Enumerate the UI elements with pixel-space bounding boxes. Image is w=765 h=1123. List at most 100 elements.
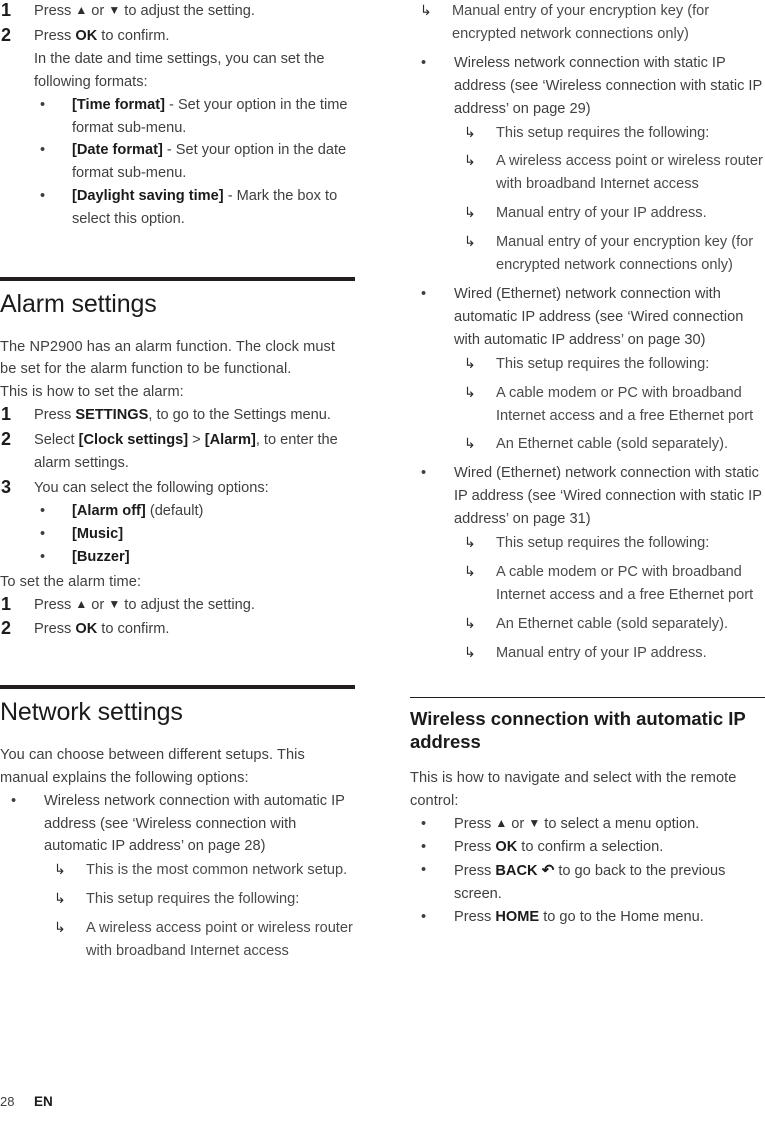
- list-item: • Wired (Ethernet) network connection wi…: [410, 283, 765, 456]
- list-item: • Wired (Ethernet) network connection wi…: [410, 462, 765, 664]
- sub-item-text: An Ethernet cable (sold separately).: [496, 436, 729, 453]
- down-arrow-icon: ▼: [108, 596, 121, 611]
- list-item: • [Time format] - Set your option in the…: [34, 94, 355, 140]
- network-option-text: Wired (Ethernet) network connection with…: [454, 465, 762, 528]
- list-item: • [Date format] - Set your option in the…: [34, 139, 355, 185]
- step-text-pre: Press: [34, 3, 76, 19]
- sub-arrow-icon: ↳: [464, 435, 476, 452]
- menu-path-alarm: [Alarm]: [204, 432, 256, 449]
- sub-item-text: A cable modem or PC with broadband Inter…: [496, 384, 754, 424]
- list-item: • [Alarm off] (default): [34, 500, 355, 523]
- settings-key-label: SETTINGS: [75, 407, 149, 424]
- list-item: • Wireless network connection with autom…: [0, 790, 355, 963]
- sub-item-text: An Ethernet cable (sold separately).: [496, 615, 729, 632]
- sub-item-text: This setup requires the following:: [86, 891, 300, 908]
- remote-text-mid: or: [507, 815, 529, 832]
- remote-text-pre: Press: [454, 838, 496, 855]
- sub-arrow-icon: ↳: [464, 534, 476, 551]
- bullet-icon: •: [421, 838, 427, 855]
- sub-list-item: ↳ Manual entry of your encryption key (f…: [410, 0, 765, 46]
- step-text-mid: or: [87, 596, 109, 613]
- section-divider: [0, 277, 355, 282]
- remote-text-pre: Press: [454, 908, 496, 925]
- step-number: 1: [1, 0, 12, 20]
- section-heading: Wireless connection with automatic IP ad…: [410, 707, 746, 752]
- network-sub-items-list: ↳ This setup requires the following: ↳ A…: [454, 532, 765, 665]
- sub-list-item: ↳ A wireless access point or wireless ro…: [44, 917, 355, 963]
- step-text-pre: Press: [34, 596, 76, 613]
- step-text: Press ▲ or ▼ to adjust the setting.: [34, 3, 255, 19]
- sub-arrow-icon: ↳: [464, 614, 476, 631]
- page-number: 28: [0, 1094, 15, 1109]
- network-options-list: • Wireless network connection with stati…: [410, 52, 765, 665]
- network-option-text: Wireless network connection with automat…: [44, 792, 345, 855]
- bullet-icon: •: [40, 548, 46, 565]
- bullet-icon: •: [11, 792, 17, 809]
- sub-arrow-icon: ↳: [464, 383, 476, 400]
- network-options-list: • Wireless network connection with autom…: [0, 790, 355, 963]
- list-item: • [Daylight saving time] - Mark the box …: [34, 185, 355, 231]
- step-text-pre: Press: [34, 407, 76, 424]
- ok-key-label: OK: [75, 621, 98, 638]
- bullet-icon: •: [40, 525, 46, 542]
- up-arrow-icon: ▲: [75, 3, 88, 17]
- remote-text-post: to select a menu option.: [540, 815, 700, 832]
- sub-list-item: ↳ Manual entry of your IP address.: [454, 202, 765, 225]
- step-text: Press OK to confirm.: [34, 28, 169, 44]
- sub-arrow-icon: ↳: [464, 152, 476, 169]
- page-title: Network settings: [0, 698, 183, 727]
- network-sub-items-list: ↳ This setup requires the following: ↳ A…: [454, 122, 765, 277]
- bullet-icon: •: [40, 502, 46, 519]
- step-number: 1: [1, 593, 12, 614]
- bullet-icon: •: [421, 285, 427, 302]
- sub-list-item: ↳ This is the most common network setup.: [44, 859, 355, 882]
- sub-arrow-icon: ↳: [54, 919, 66, 936]
- sub-list-item: ↳ A wireless access point or wireless ro…: [454, 150, 765, 196]
- manual-page: 1 Press ▲ or ▼ to adjust the setting. 2 …: [0, 0, 765, 1123]
- step-text-post: to confirm.: [97, 27, 170, 44]
- page-footer: 28 EN: [0, 1094, 300, 1109]
- alarm-settings-section: Alarm settings The NP2900 has an alarm f…: [0, 277, 355, 641]
- sub-item-text: Manual entry of your IP address.: [496, 205, 707, 222]
- back-key-label: BACK: [495, 862, 538, 879]
- sub-arrow-icon: ↳: [420, 2, 432, 18]
- step-item: 2 Press OK to confirm. In the date and t…: [0, 25, 355, 231]
- network-option-text: Wired (Ethernet) network connection with…: [454, 285, 744, 348]
- step-text-pre: You can select the following options:: [34, 480, 269, 496]
- step-item: 1 Press ▲ or ▼ to adjust the setting.: [0, 594, 355, 617]
- sub-list-item: ↳ An Ethernet cable (sold separately).: [454, 613, 765, 636]
- step-item: 2 Press OK to confirm.: [0, 618, 355, 641]
- sub-arrow-icon: ↳: [464, 123, 476, 140]
- sub-list-item: ↳ This setup requires the following:: [454, 353, 765, 376]
- sub-arrow-icon: ↳: [54, 890, 66, 907]
- option-label: [Daylight saving time]: [72, 188, 224, 205]
- alarm-options-list: • [Alarm off] (default) • [Music] • [Buz…: [34, 500, 355, 569]
- step-item: 2 Select [Clock settings] > [Alarm], to …: [0, 429, 355, 475]
- network-sub-items-list: ↳ This setup requires the following: ↳ A…: [454, 353, 765, 457]
- remote-text-pre: Press: [454, 815, 496, 832]
- sub-arrow-icon: ↳: [54, 861, 66, 878]
- step-text-pre: Select: [34, 432, 79, 449]
- remote-text-post: to go to the Home menu.: [539, 908, 704, 925]
- alarm-steps-list: 1 Press SETTINGS, to go to the Settings …: [0, 404, 355, 568]
- up-arrow-icon: ▲: [75, 596, 88, 611]
- step-number: 2: [1, 24, 12, 45]
- remote-text-pre: Press: [454, 862, 496, 879]
- alarm-time-steps-list: 1 Press ▲ or ▼ to adjust the setting. 2 …: [0, 594, 355, 642]
- sub-item-text: A wireless access point or wireless rout…: [86, 920, 353, 960]
- network-intro-text: You can choose between different setups.…: [0, 746, 305, 786]
- sub-arrow-icon: ↳: [464, 643, 476, 660]
- step-text-post: to adjust the setting.: [120, 3, 255, 19]
- sub-list-item: ↳ This setup requires the following:: [454, 532, 765, 555]
- ok-key-label: OK: [495, 838, 518, 855]
- step-text-post: , to go to the Settings menu.: [148, 407, 331, 424]
- left-column: 1 Press ▲ or ▼ to adjust the setting. 2 …: [0, 0, 355, 969]
- step-text-pre: Press: [34, 621, 76, 638]
- remote-intro-text: This is how to navigate and select with …: [410, 770, 737, 810]
- step-number: 3: [1, 477, 12, 497]
- step-item: 1 Press SETTINGS, to go to the Settings …: [0, 404, 355, 427]
- language-code: EN: [34, 1094, 53, 1109]
- step-text-pre: Press: [34, 27, 76, 44]
- sub-list-item: ↳ Manual entry of your encryption key (f…: [454, 231, 765, 277]
- alarm-time-lead-in: To set the alarm time:: [0, 573, 142, 590]
